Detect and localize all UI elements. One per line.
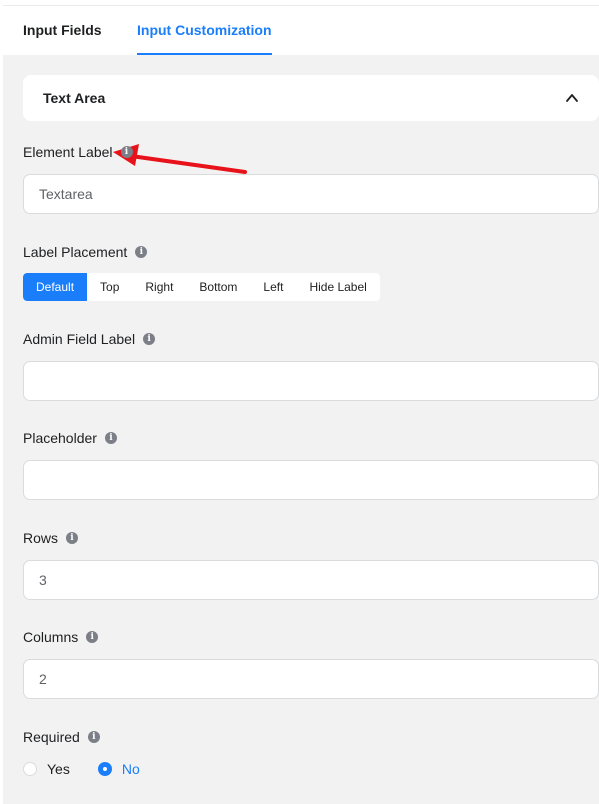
label-placement-text: Label Placement [23,244,128,260]
chevron-up-icon [566,94,578,102]
placeholder-heading: Placeholder i [23,430,117,446]
rows-text: Rows [23,530,59,546]
element-label-text: Element Label [23,144,113,160]
columns-input[interactable] [23,659,599,699]
info-icon[interactable]: i [143,333,156,345]
tab-input-fields[interactable]: Input Fields [23,6,102,55]
tab-bar: Input Fields Input Customization [3,5,599,55]
text-area-accordion-header[interactable]: Text Area [23,75,599,121]
info-icon[interactable]: i [120,146,133,158]
info-icon[interactable]: i [135,246,148,258]
tab-input-customization[interactable]: Input Customization [137,6,272,55]
columns-heading: Columns i [23,629,99,645]
element-label-input[interactable] [23,174,599,214]
placement-option-left[interactable]: Left [250,273,296,301]
required-no-label: No [121,761,140,777]
required-heading: Required i [23,729,100,745]
required-radio-group: Yes No [23,761,168,777]
label-placement-heading: Label Placement i [23,244,148,260]
label-placement-segmented-control: Default Top Right Bottom Left Hide Label [23,273,380,301]
placement-option-bottom[interactable]: Bottom [186,273,250,301]
radio-unchecked-icon [23,762,37,776]
admin-field-label-text: Admin Field Label [23,331,136,347]
columns-text: Columns [23,629,79,645]
required-text: Required [23,729,80,745]
placement-option-top[interactable]: Top [87,273,132,301]
tab-input-customization-label: Input Customization [137,22,272,38]
admin-field-label-input[interactable] [23,361,599,401]
rows-input[interactable] [23,560,599,600]
placement-option-default[interactable]: Default [23,273,88,301]
placement-option-right[interactable]: Right [132,273,186,301]
accordion-title: Text Area [43,90,106,106]
admin-field-label-heading: Admin Field Label i [23,331,156,347]
placeholder-input[interactable] [23,460,599,500]
radio-checked-icon [97,762,112,776]
required-yes-label: Yes [47,761,70,777]
rows-heading: Rows i [23,530,79,546]
required-yes-radio[interactable]: Yes [23,761,70,777]
placeholder-text: Placeholder [23,430,97,446]
info-icon[interactable]: i [66,532,79,544]
info-icon[interactable]: i [87,731,100,743]
required-no-radio[interactable]: No [97,761,140,777]
placement-option-hide-label[interactable]: Hide Label [296,273,379,301]
settings-panel: Text Area Element Label i Label Placemen… [3,55,599,804]
element-label-heading: Element Label i [23,144,133,160]
info-icon[interactable]: i [104,432,117,444]
info-icon[interactable]: i [86,631,99,643]
